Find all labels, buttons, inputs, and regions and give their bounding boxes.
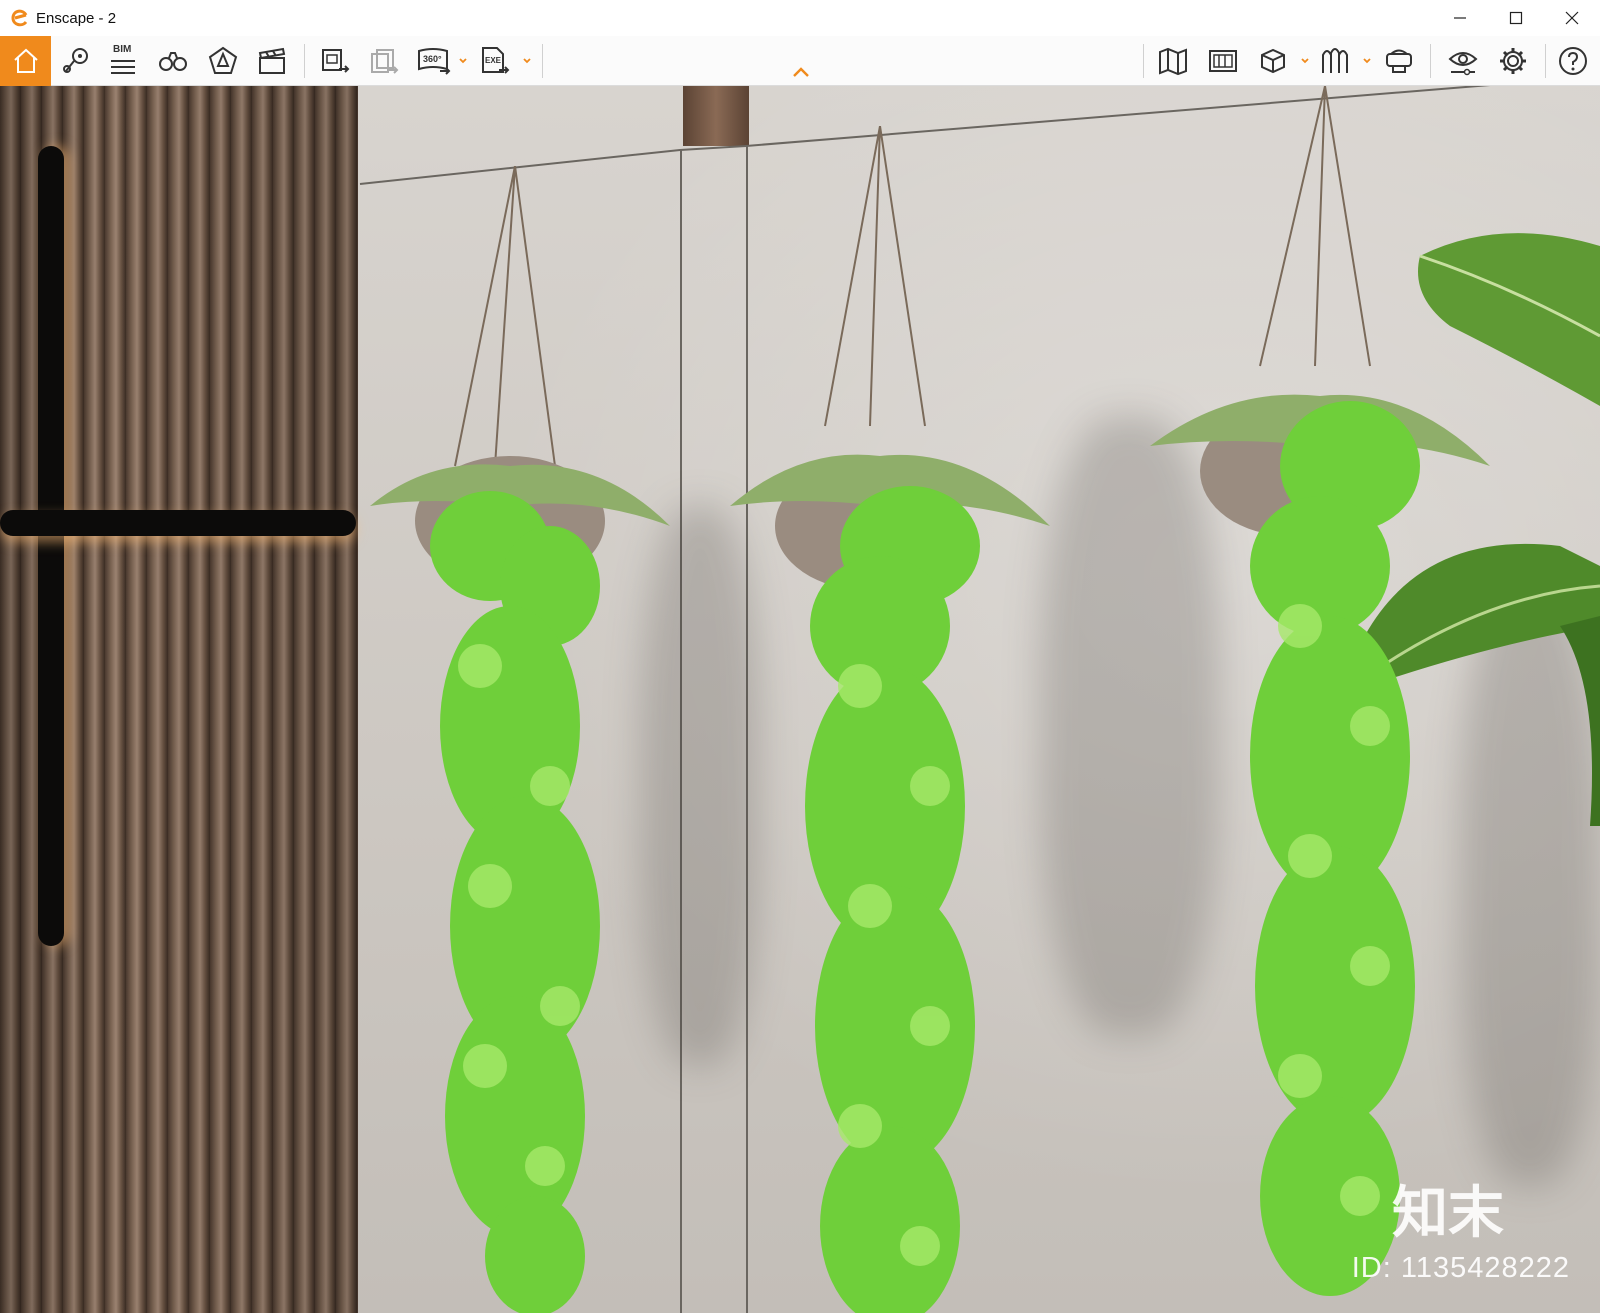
toolbar-separator xyxy=(542,44,543,78)
map-button[interactable] xyxy=(1155,43,1191,79)
watermark-id: ID: 1135428222 xyxy=(1351,1252,1570,1284)
toolbar-separator xyxy=(1143,44,1144,78)
export-exe-icon: EXE xyxy=(482,47,510,74)
atmosphere-icon xyxy=(1322,48,1348,73)
settings-icon xyxy=(1500,48,1526,74)
asset-library-button[interactable] xyxy=(1205,43,1241,79)
binoculars-icon xyxy=(159,52,187,71)
bim-button[interactable]: BIM xyxy=(105,43,141,79)
panorama-dropdown-chevron-down-icon[interactable] xyxy=(458,56,468,66)
batch-render-button[interactable] xyxy=(366,43,402,79)
help-button[interactable] xyxy=(1555,43,1591,79)
screenshot-button[interactable] xyxy=(317,43,353,79)
compass-icon xyxy=(208,46,238,74)
exe-label: EXE xyxy=(485,56,502,65)
screenshot-icon xyxy=(322,49,350,73)
view-cube-icon xyxy=(1261,48,1285,74)
watermark-logo: 知末 xyxy=(1392,1181,1504,1246)
home-icon xyxy=(13,48,38,73)
vr-headset-button[interactable] xyxy=(1381,43,1417,79)
hanging-plant-3 xyxy=(1150,86,1490,1296)
location-pin-icon xyxy=(63,48,88,73)
minimize-button[interactable] xyxy=(1432,0,1488,36)
map-icon xyxy=(1159,47,1187,76)
clapperboard-icon xyxy=(258,47,286,74)
led-strip-horizontal xyxy=(0,510,356,536)
render-viewport[interactable]: 知末 ID: 1135428222 xyxy=(0,86,1600,1313)
enscape-logo-icon xyxy=(10,8,30,28)
atmosphere-dropdown-chevron-down-icon[interactable] xyxy=(1362,56,1372,66)
vr-headset-icon xyxy=(1386,49,1412,73)
help-icon xyxy=(1559,47,1587,75)
atmosphere-button[interactable] xyxy=(1317,43,1353,79)
binoculars-button[interactable] xyxy=(155,43,191,79)
view-dropdown-chevron-down-icon[interactable] xyxy=(1300,56,1310,66)
panorama-button[interactable]: 360° xyxy=(416,43,452,79)
collapse-toolbar-chevron-up-icon[interactable] xyxy=(790,65,812,79)
toolbar-separator xyxy=(1545,44,1546,78)
led-strip-vertical xyxy=(38,146,64,946)
minimize-icon xyxy=(1454,17,1466,19)
visual-settings-icon xyxy=(1448,52,1478,76)
maximize-button[interactable] xyxy=(1488,0,1544,36)
main-toolbar: BIM 360° EXE xyxy=(0,36,1600,86)
title-bar: Enscape - 2 xyxy=(0,0,1600,36)
maximize-icon xyxy=(1509,11,1523,25)
close-button[interactable] xyxy=(1544,0,1600,36)
batch-render-icon xyxy=(371,49,399,74)
panorama-360-icon: 360° xyxy=(418,48,451,75)
view-cube-button[interactable] xyxy=(1255,43,1291,79)
compass-button[interactable] xyxy=(205,43,241,79)
hanging-plant-1 xyxy=(370,166,670,1313)
asset-library-icon xyxy=(1209,50,1237,72)
settings-button[interactable] xyxy=(1495,43,1531,79)
visual-settings-button[interactable] xyxy=(1445,43,1481,79)
export-exe-button[interactable]: EXE xyxy=(477,43,513,79)
location-pin-button[interactable] xyxy=(58,43,94,79)
toolbar-separator xyxy=(1430,44,1431,78)
bim-label: BIM xyxy=(113,44,132,55)
toolbar-separator xyxy=(304,44,305,78)
home-button[interactable] xyxy=(0,36,51,86)
close-icon xyxy=(1565,11,1579,25)
window-title: Enscape - 2 xyxy=(36,9,117,27)
hanging-plant-2 xyxy=(730,126,1050,1313)
export-dropdown-chevron-down-icon[interactable] xyxy=(522,56,532,66)
video-editor-button[interactable] xyxy=(254,43,290,79)
panorama-label: 360° xyxy=(423,54,442,64)
